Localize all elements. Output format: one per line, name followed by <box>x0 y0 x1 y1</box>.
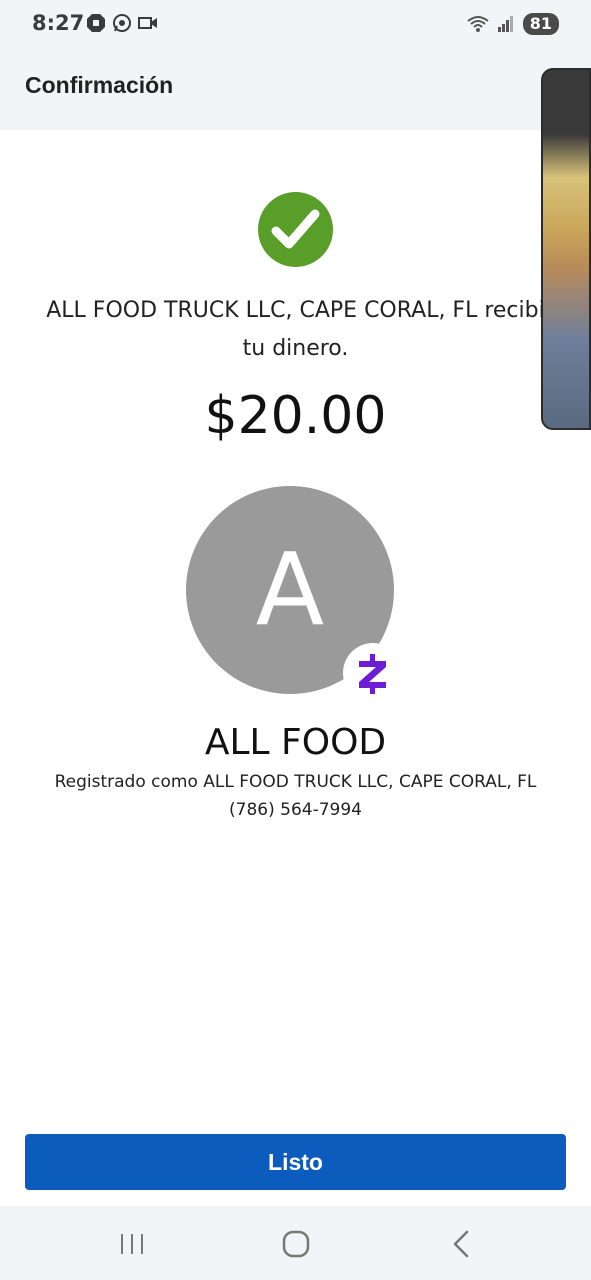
battery-icon: 81 <box>522 13 559 35</box>
system-nav-bar <box>0 1206 591 1280</box>
merchant-phone: (786) 564-7994 <box>229 800 362 820</box>
confirmation-message: ALL FOOD TRUCK LLC, CAPE CORAL, FL recib… <box>0 292 591 368</box>
success-check-icon <box>258 192 333 267</box>
video-call-icon <box>138 17 157 29</box>
system-icons: 81 <box>467 13 559 35</box>
home-icon[interactable] <box>280 1228 312 1260</box>
done-button[interactable]: Listo <box>25 1134 566 1190</box>
status-time: 8:27 <box>32 11 85 35</box>
recents-icon[interactable] <box>116 1228 148 1260</box>
notification-icons <box>86 13 158 33</box>
chase-icon <box>87 14 105 32</box>
page-title: Confirmación <box>25 72 174 98</box>
whatsapp-icon <box>113 14 131 32</box>
amount: $20.00 <box>204 386 387 446</box>
video-call-pip[interactable] <box>541 68 591 430</box>
wifi-icon <box>467 16 489 32</box>
zelle-icon <box>343 643 403 703</box>
signal-icon <box>497 16 513 32</box>
merchant-name: ALL FOOD <box>204 722 387 763</box>
registered-as: Registrado como ALL FOOD TRUCK LLC, CAPE… <box>54 772 537 792</box>
app-header: Confirmación <box>0 50 591 130</box>
message-line-2: tu dinero. <box>242 336 349 361</box>
back-icon[interactable] <box>446 1228 478 1260</box>
status-bar: 8:27 81 <box>0 0 591 50</box>
message-line-1: ALL FOOD TRUCK LLC, CAPE CORAL, FL recib… <box>46 298 545 323</box>
